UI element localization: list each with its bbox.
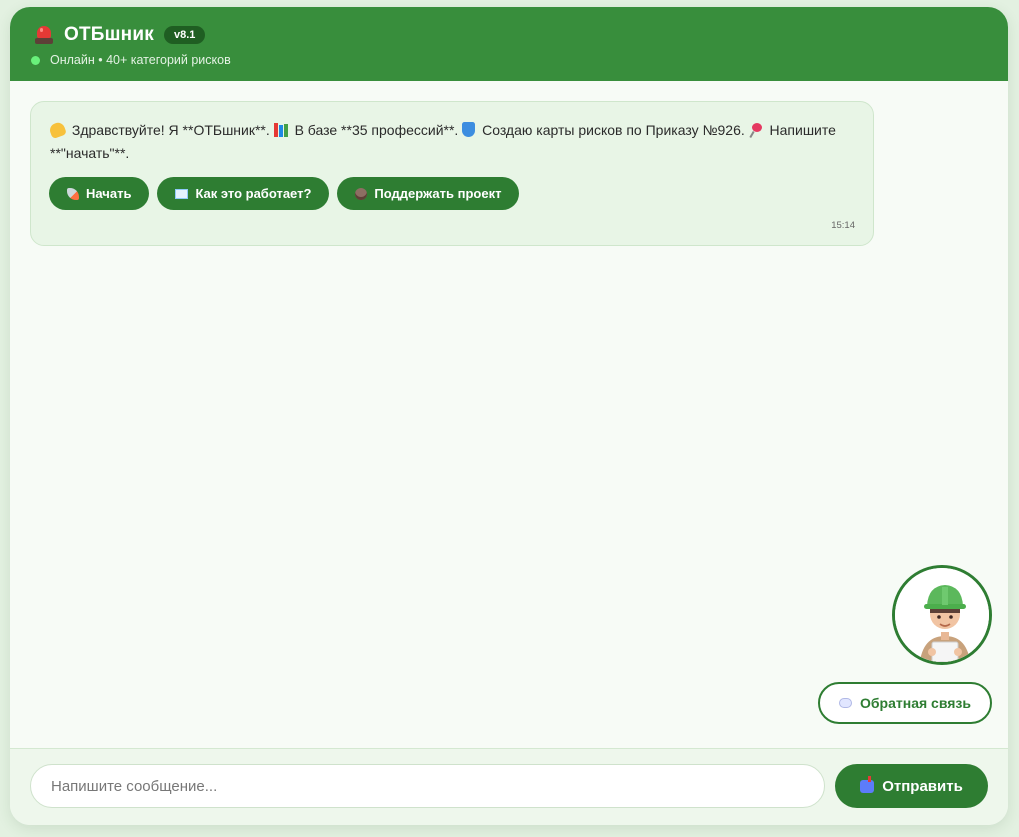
siren-icon [34,25,54,45]
shield-icon [462,122,476,137]
rocket-icon [67,187,79,200]
status-text: Онлайн • 40+ категорий рисков [50,53,231,67]
chat-header: ОТБшник v8.1 Онлайн • 40+ категорий риск… [10,7,1008,81]
bot-message: Здравствуйте! Я **ОТБшник**. В базе **35… [30,101,874,246]
online-dot-icon [31,55,40,65]
support-project-label: Поддержать проект [374,186,502,201]
waving-hand-icon [48,120,67,140]
app-title: ОТБшник [64,24,154,45]
speech-bubble-icon [839,698,852,708]
support-project-button[interactable]: Поддержать проект [337,177,520,210]
message-part-base: В базе **35 профессий**. [294,122,459,138]
how-it-works-button[interactable]: Как это работает? [157,177,330,210]
mascot-avatar[interactable] [892,565,992,665]
feedback-button[interactable]: Обратная связь [818,682,992,724]
mailbox-icon [860,775,875,793]
quick-reply-row: Начать Как это работает? Поддержать прое… [49,177,520,210]
coffee-icon [355,187,368,200]
version-badge: v8.1 [163,26,206,44]
title-row: ОТБшник v8.1 [34,24,206,46]
start-button[interactable]: Начать [49,177,150,210]
books-icon [273,123,288,137]
worker-mascot-icon [895,568,989,662]
feedback-label: Обратная связь [860,695,971,711]
message-part-maps: Создаю карты рисков по Приказу №926. [482,122,745,138]
status-row: Онлайн • 40+ категорий рисков [31,53,231,67]
message-text: Здравствуйте! Я **ОТБшник**. В базе **35… [48,119,850,165]
start-button-label: Начать [86,186,132,201]
book-icon [175,188,189,199]
chat-window: ОТБшник v8.1 Онлайн • 40+ категорий риск… [10,7,1008,825]
message-part-greeting: Здравствуйте! Я **ОТБшник**. [71,122,270,138]
send-button[interactable]: Отправить [835,764,988,808]
how-it-works-label: Как это работает? [195,186,312,201]
pushpin-icon [749,123,763,139]
message-input[interactable] [30,764,825,808]
send-button-label: Отправить [882,777,963,795]
composer: Отправить [10,748,1008,825]
message-timestamp: 15:14 [831,220,855,231]
